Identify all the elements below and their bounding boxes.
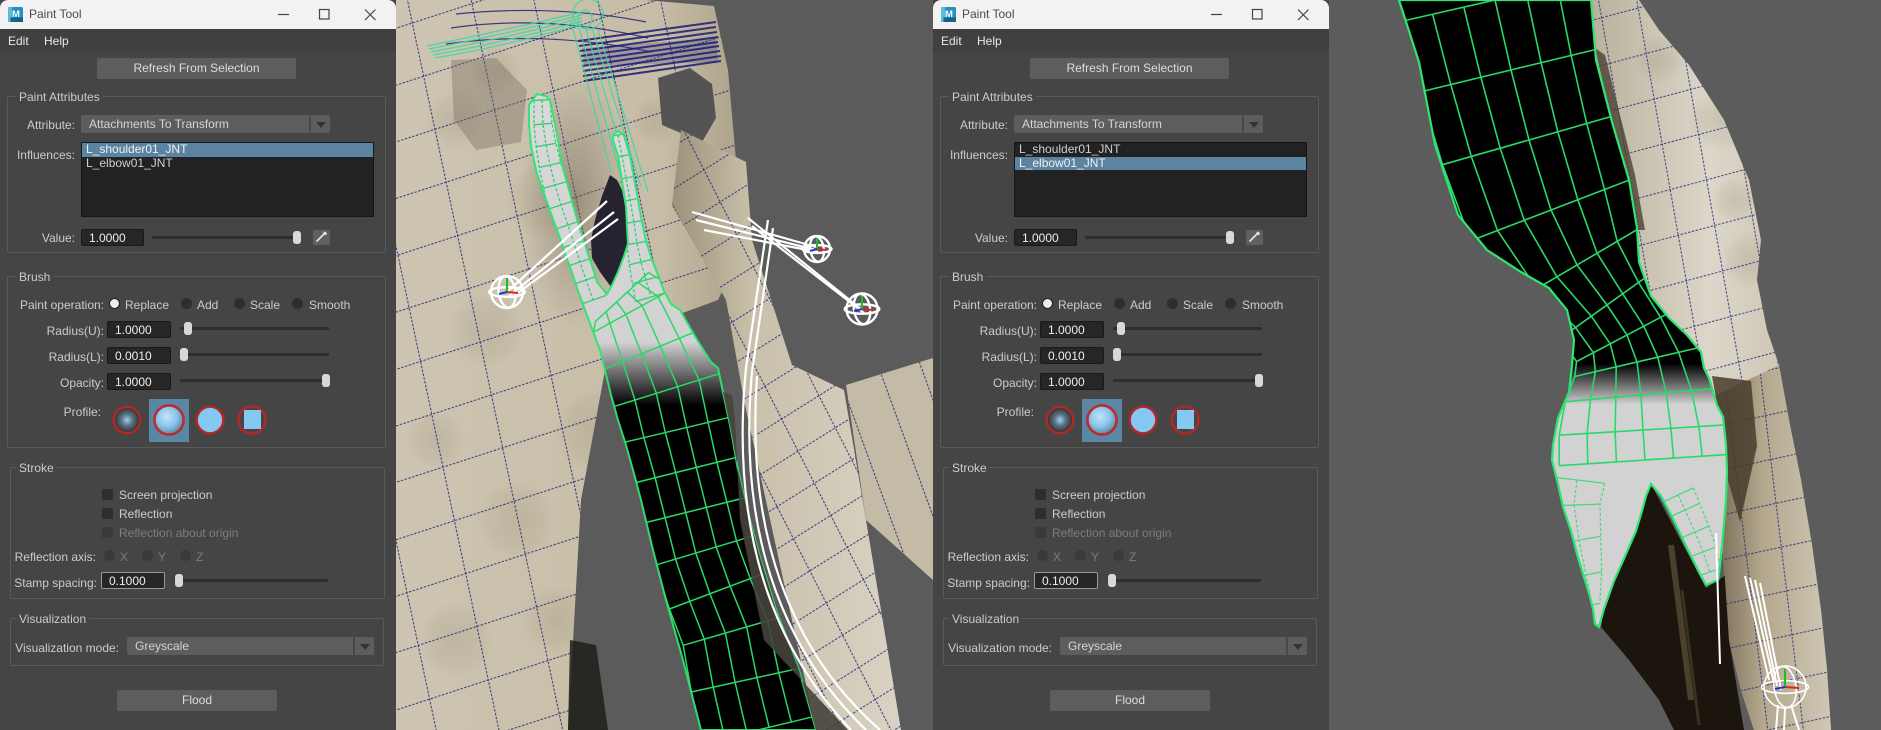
svg-text:M: M (945, 9, 953, 20)
svg-text:M: M (12, 9, 20, 20)
